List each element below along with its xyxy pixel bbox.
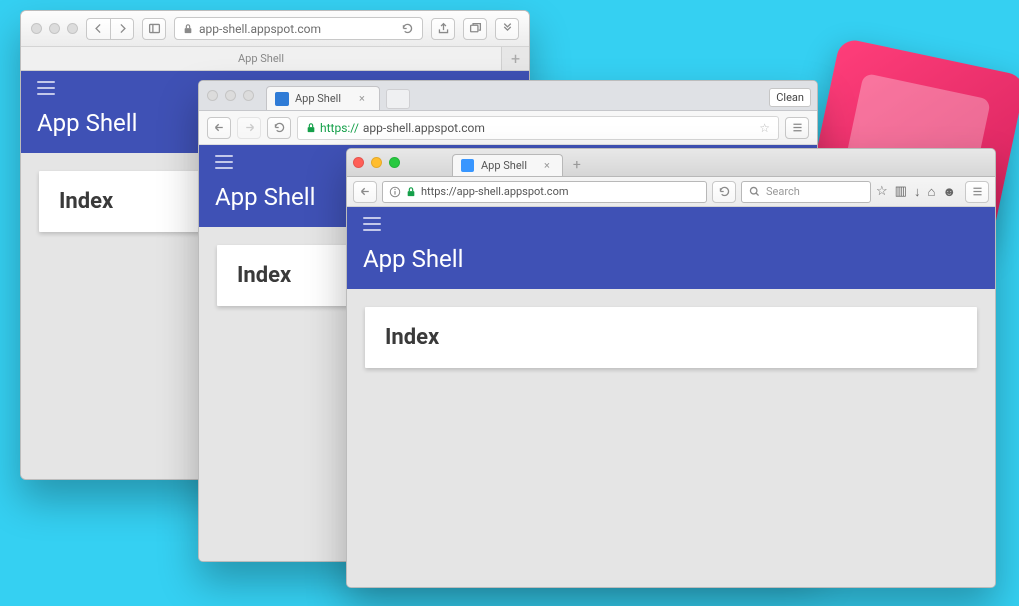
url-text: app-shell.appspot.com <box>199 22 321 36</box>
chrome-tabstrip: App Shell × Clean <box>199 81 817 111</box>
menu-button[interactable] <box>785 117 809 139</box>
library-icon[interactable]: ▥ <box>895 184 907 200</box>
toolbar-icons: ☆ ▥ ↓ ⌂ ☻ <box>876 184 956 200</box>
address-bar[interactable]: app-shell.appspot.com <box>174 17 423 40</box>
safari-titlebar: app-shell.appspot.com <box>21 11 529 47</box>
nav-buttons <box>86 18 134 40</box>
hamburger-icon[interactable] <box>363 217 381 231</box>
browser-tab[interactable]: App Shell × <box>452 154 563 176</box>
app-header: App Shell <box>347 207 995 289</box>
firefox-window: App Shell × + https://app-shell.appspot.… <box>346 148 996 588</box>
reload-icon[interactable] <box>401 22 414 35</box>
window-controls[interactable] <box>31 23 78 34</box>
app-title: App Shell <box>363 245 979 273</box>
search-placeholder: Search <box>766 185 800 198</box>
firefox-toolbar: https://app-shell.appspot.com Search ☆ ▥… <box>347 177 995 207</box>
maximize-window-button[interactable] <box>67 23 78 34</box>
window-controls[interactable] <box>207 90 254 101</box>
tab-title: App Shell <box>295 92 341 105</box>
search-box[interactable]: Search <box>741 181 871 203</box>
bookmark-star-icon[interactable]: ☆ <box>759 121 770 135</box>
downloads-icon[interactable]: ↓ <box>914 184 921 200</box>
firefox-tabstrip: App Shell × + <box>347 149 995 177</box>
new-tab-button[interactable]: + <box>501 47 529 70</box>
minimize-window-button[interactable] <box>371 157 382 168</box>
window-controls[interactable] <box>353 157 400 168</box>
new-tab-button[interactable] <box>386 89 410 109</box>
new-tab-button[interactable]: + <box>573 157 581 173</box>
close-window-button[interactable] <box>353 157 364 168</box>
sidebar-button[interactable] <box>142 18 166 40</box>
back-button[interactable] <box>86 18 110 40</box>
close-window-button[interactable] <box>31 23 42 34</box>
home-icon[interactable]: ⌂ <box>927 184 935 200</box>
back-button[interactable] <box>353 181 377 203</box>
hamburger-icon[interactable] <box>37 81 55 95</box>
maximize-window-button[interactable] <box>243 90 254 101</box>
close-tab-button[interactable]: × <box>544 159 550 172</box>
clean-button[interactable]: Clean <box>769 88 811 107</box>
url-scheme: https:// <box>320 121 359 135</box>
pocket-icon[interactable]: ☻ <box>942 184 956 200</box>
card-heading: Index <box>385 325 957 350</box>
forward-button[interactable] <box>110 18 134 40</box>
lock-icon <box>406 186 416 198</box>
address-bar[interactable]: https:// app-shell.appspot.com ☆ <box>297 116 779 140</box>
url-text: app-shell.appspot.com <box>363 121 485 135</box>
tabs-button[interactable] <box>463 18 487 40</box>
lock-icon <box>306 122 316 134</box>
overflow-button[interactable] <box>495 18 519 40</box>
search-icon <box>748 185 761 198</box>
page-content: App Shell Index <box>347 207 995 587</box>
bookmark-star-icon[interactable]: ☆ <box>876 184 888 200</box>
back-button[interactable] <box>207 117 231 139</box>
url-text: https://app-shell.appspot.com <box>421 185 569 198</box>
lock-icon <box>183 23 193 35</box>
favicon-icon <box>461 159 474 172</box>
info-icon[interactable] <box>389 186 401 198</box>
close-window-button[interactable] <box>207 90 218 101</box>
content-card: Index <box>365 307 977 368</box>
browser-tab[interactable]: App Shell <box>21 47 501 70</box>
reload-button[interactable] <box>267 117 291 139</box>
forward-button <box>237 117 261 139</box>
browser-tab[interactable]: App Shell × <box>266 86 380 110</box>
maximize-window-button[interactable] <box>389 157 400 168</box>
tab-title: App Shell <box>481 159 527 172</box>
share-button[interactable] <box>431 18 455 40</box>
safari-tabbar: App Shell + <box>21 47 529 71</box>
favicon-icon <box>275 92 289 106</box>
close-tab-button[interactable]: × <box>359 92 365 105</box>
address-bar[interactable]: https://app-shell.appspot.com <box>382 181 707 203</box>
minimize-window-button[interactable] <box>225 90 236 101</box>
reload-button[interactable] <box>712 181 736 203</box>
hamburger-icon[interactable] <box>215 155 233 169</box>
menu-button[interactable] <box>965 181 989 203</box>
minimize-window-button[interactable] <box>49 23 60 34</box>
chrome-toolbar: https:// app-shell.appspot.com ☆ <box>199 111 817 145</box>
